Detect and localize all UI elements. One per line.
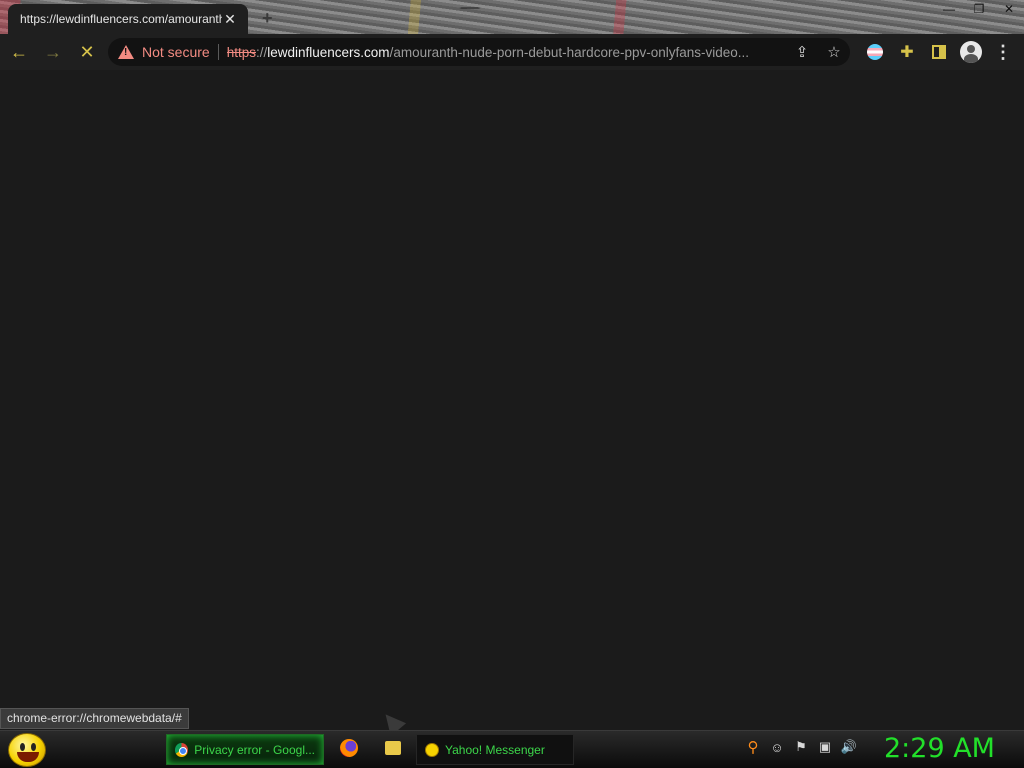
omnibox-divider: [217, 44, 219, 60]
restore-button[interactable]: ❐: [964, 0, 994, 18]
start-button-smiley-icon[interactable]: [8, 733, 46, 767]
share-icon[interactable]: ⇪: [788, 38, 816, 66]
volume-icon[interactable]: 🔊: [840, 738, 858, 756]
url-separator: ://: [255, 44, 268, 60]
url-host: lewdinfluencers.com: [267, 44, 390, 60]
side-panel-icon[interactable]: [924, 37, 954, 67]
search-icon[interactable]: ⚲: [744, 738, 762, 756]
url-path: /amouranth-nude-porn-debut-hardcore-ppv-…: [389, 44, 750, 60]
url-scheme: https: [226, 44, 256, 60]
avatar-icon: [960, 41, 982, 63]
chrome-icon: [175, 742, 189, 757]
taskbar-clock[interactable]: 2:29 AM: [884, 733, 995, 764]
security-status[interactable]: Not secure: [142, 44, 210, 60]
taskbar-item-chrome[interactable]: Privacy error - Googl...: [166, 734, 324, 765]
flag-badge: [867, 44, 883, 60]
profile-avatar[interactable]: [956, 37, 986, 67]
network-icon[interactable]: ▣: [816, 738, 834, 756]
panel-glyph: [932, 45, 946, 59]
smiley-eye: [31, 743, 36, 751]
smiley-mouth: [17, 752, 39, 762]
extensions-puzzle-icon[interactable]: ✚: [892, 37, 922, 67]
window-controls: — ❐ ✕: [934, 0, 1024, 18]
browser-titlebar: https://lewdinfluencers.com/amouranth-nu…: [0, 0, 1024, 34]
taskbar: Privacy error - Googl... Yahoo! Messenge…: [0, 730, 1024, 768]
browser-toolbar: ← → ✕ Not secure https://lewdinfluencers…: [0, 34, 1024, 70]
close-window-button[interactable]: ✕: [994, 0, 1024, 18]
smiley-eye: [20, 743, 25, 751]
url-text[interactable]: https://lewdinfluencers.com/amouranth-nu…: [227, 45, 787, 60]
browser-menu-icon[interactable]: ⋮: [988, 37, 1018, 67]
taskbar-item-label: Yahoo! Messenger: [445, 742, 545, 757]
folder-icon[interactable]: [385, 741, 401, 755]
menu-dots-glyph: ⋮: [994, 41, 1012, 62]
status-url-bubble: chrome-error://chromewebdata/#: [0, 708, 189, 729]
firefox-icon[interactable]: [340, 739, 358, 757]
messenger-status-icon[interactable]: ☺: [768, 738, 786, 756]
extensions-area: ✚ ⋮: [860, 37, 1020, 67]
page-content[interactable]: [0, 70, 1024, 730]
yahoo-messenger-icon: [425, 742, 439, 757]
tab-title: https://lewdinfluencers.com/amouranth-nu…: [20, 12, 222, 26]
forward-button[interactable]: →: [38, 37, 68, 67]
flag-icon[interactable]: ⚑: [792, 738, 810, 756]
new-tab-button[interactable]: +: [262, 8, 273, 29]
warning-icon[interactable]: [118, 45, 134, 59]
address-bar[interactable]: Not secure https://lewdinfluencers.com/a…: [108, 38, 850, 66]
system-tray: ⚲ ☺ ⚑ ▣ 🔊: [744, 738, 864, 756]
bookmark-star-icon[interactable]: ☆: [820, 38, 848, 66]
back-button[interactable]: ←: [4, 37, 34, 67]
stop-loading-button[interactable]: ✕: [72, 37, 102, 67]
browser-tab[interactable]: https://lewdinfluencers.com/amouranth-nu…: [8, 4, 248, 34]
tab-close-icon[interactable]: ✕: [222, 11, 238, 28]
extension-flag-icon[interactable]: [860, 37, 890, 67]
minimize-button[interactable]: —: [934, 0, 964, 18]
taskbar-item-yahoo-messenger[interactable]: Yahoo! Messenger: [416, 734, 574, 765]
puzzle-glyph: ✚: [900, 44, 914, 61]
taskbar-item-label: Privacy error - Googl...: [194, 742, 315, 757]
